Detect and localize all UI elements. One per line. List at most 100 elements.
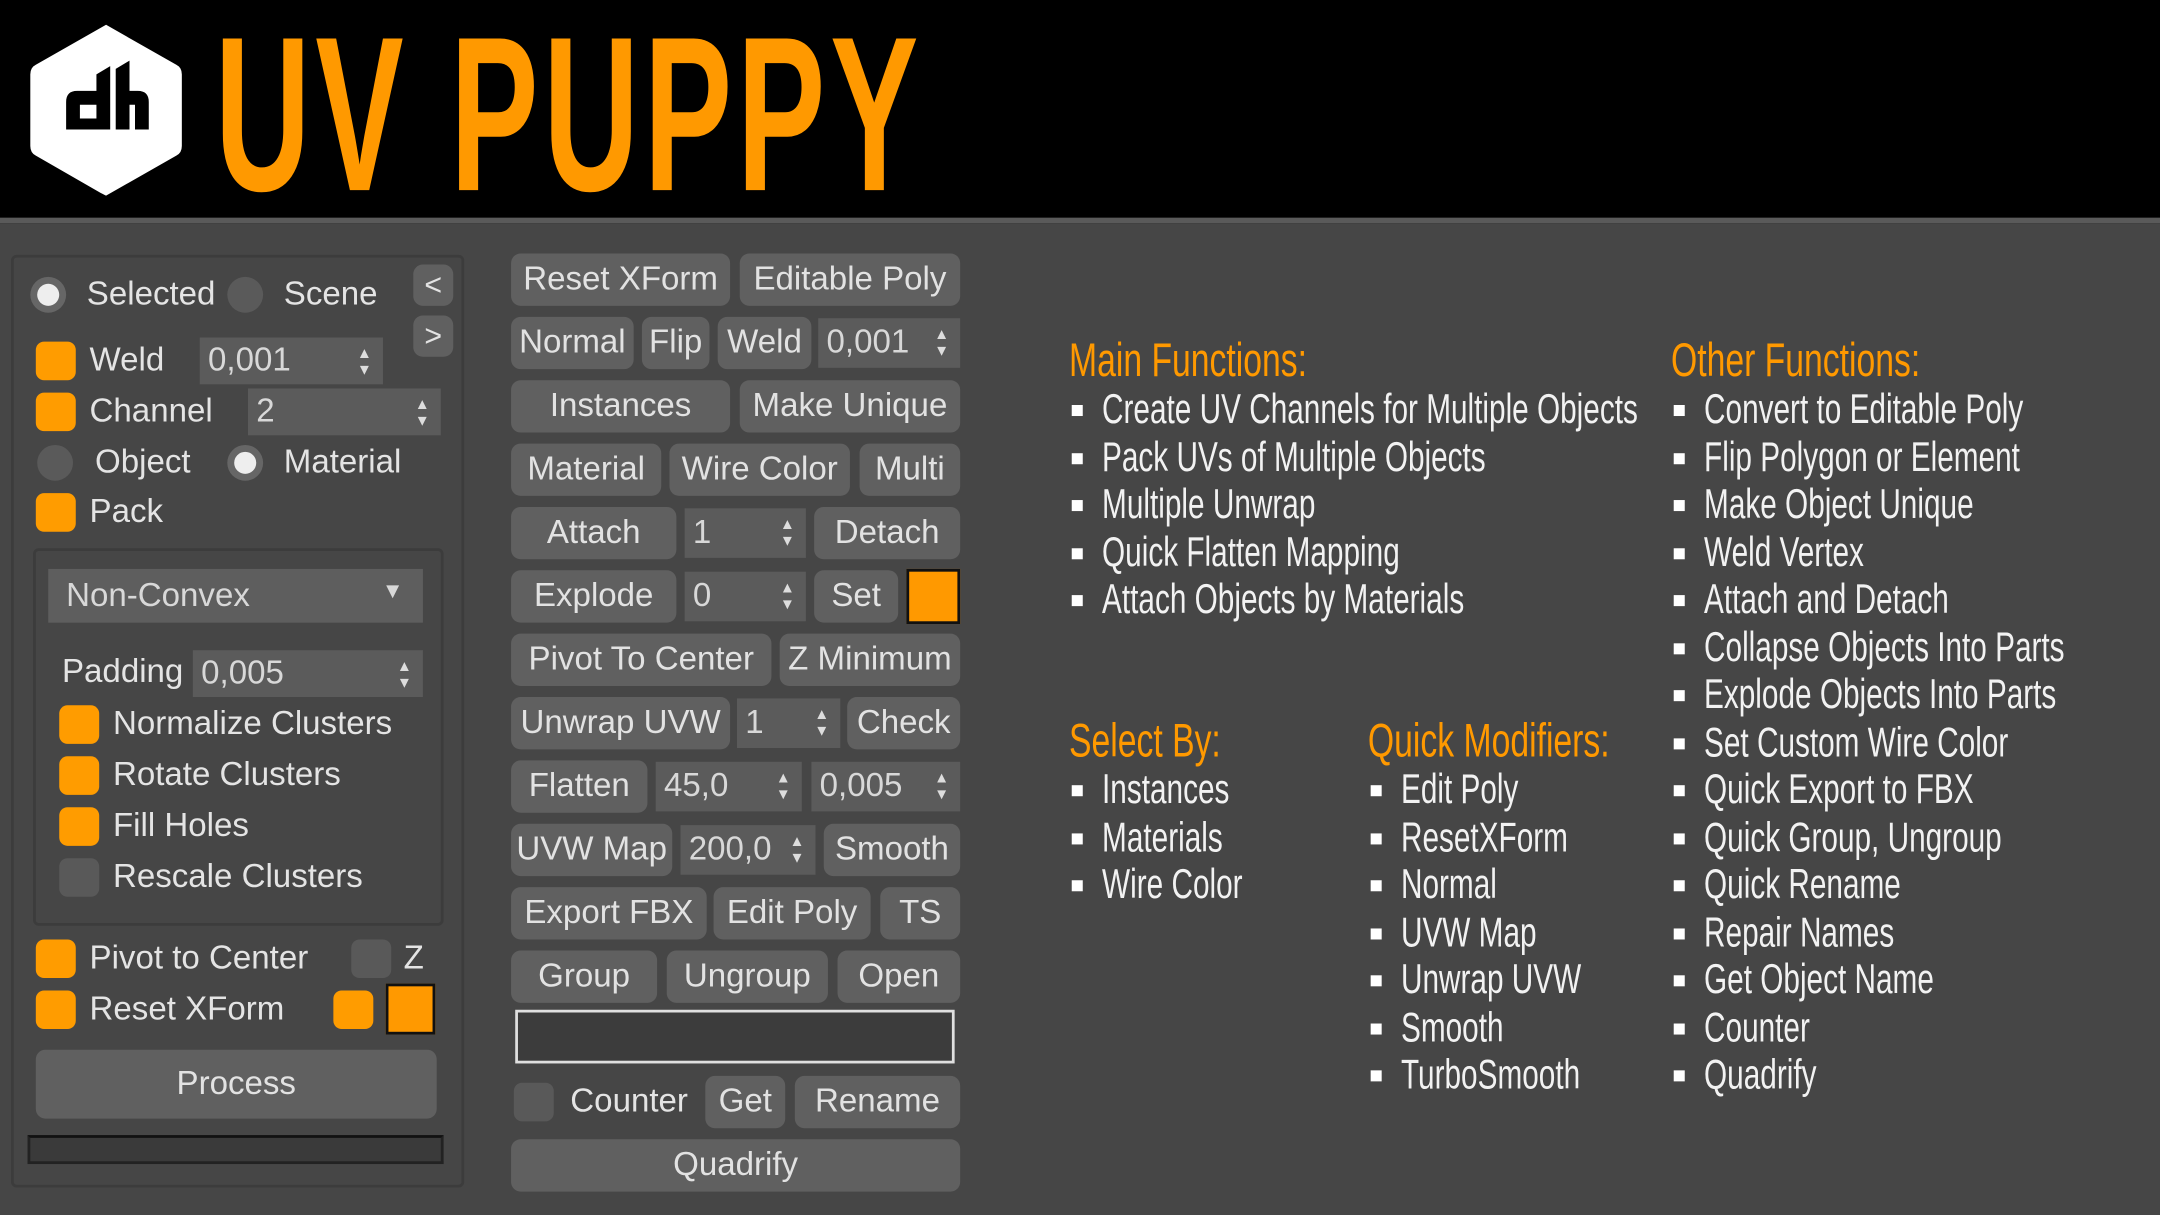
quick-modifiers-list: Edit Poly ResetXForm Normal UVW Map Unwrap U… — [1370, 767, 1652, 1100]
smooth-button[interactable]: Smooth — [823, 823, 961, 877]
list-item-text: Collapse Objects Into Parts — [1704, 625, 2065, 671]
next-button[interactable]: > — [413, 315, 454, 357]
detach-button[interactable]: Detach — [814, 506, 961, 560]
spinner-arrows-icon[interactable]: ▲ ▼ — [415, 397, 430, 430]
select-material-button[interactable]: Material — [511, 443, 662, 496]
pivot-center-checkbox[interactable] — [35, 939, 76, 979]
list-item-text: Pack UVs of Multiple Objects — [1102, 434, 1486, 481]
spinner-arrows-icon[interactable]: ▲ ▼ — [780, 517, 795, 550]
attach-button[interactable]: Attach — [511, 506, 677, 560]
bullet-icon — [1673, 642, 1685, 654]
padding-spinner[interactable]: 0,005 ▲ ▼ — [192, 650, 423, 698]
weld-spinner[interactable]: 0,001 ▲ ▼ — [199, 337, 383, 385]
color-swatch[interactable] — [385, 983, 436, 1035]
ungroup-button[interactable]: Ungroup — [666, 950, 828, 1003]
z-checkbox[interactable] — [351, 939, 392, 979]
weld-threshold-spinner[interactable]: 0,001 ▲ ▼ — [818, 318, 961, 368]
radio-selected[interactable] — [30, 276, 67, 313]
flatten-spacing-value: 0,005 — [819, 767, 903, 805]
bullet-icon — [1071, 547, 1083, 559]
radio-object[interactable] — [37, 444, 74, 481]
unwrap-channel-spinner[interactable]: 1 ▲ ▼ — [736, 698, 841, 749]
rescale-checkbox[interactable] — [59, 858, 100, 897]
editable-poly-button[interactable]: Editable Poly — [739, 253, 961, 306]
spinner-arrows-icon[interactable]: ▲ ▼ — [934, 326, 949, 359]
radio-scene[interactable] — [227, 276, 264, 313]
spinner-arrows-icon[interactable]: ▲ ▼ — [934, 770, 949, 803]
counter-checkbox[interactable] — [513, 1082, 554, 1122]
normalize-checkbox[interactable] — [59, 705, 100, 744]
reset-xform-label: Reset XForm — [89, 990, 285, 1028]
bullet-icon — [1673, 928, 1685, 940]
bullet-icon — [1370, 833, 1382, 845]
prev-button[interactable]: < — [413, 264, 454, 306]
unwrap-uvw-button[interactable]: Unwrap UVW — [511, 697, 731, 750]
edit-poly-button[interactable]: Edit Poly — [713, 887, 871, 940]
flatten-button[interactable]: Flatten — [511, 760, 648, 813]
spinner-arrows-icon[interactable]: ▲ ▼ — [780, 580, 795, 613]
rotate-checkbox[interactable] — [59, 756, 100, 795]
reset-xform-button[interactable]: Reset XForm — [511, 253, 731, 306]
explode-button[interactable]: Explode — [511, 570, 677, 623]
weld-value: 0,001 — [208, 341, 291, 379]
pack-mode-dropdown[interactable]: Non-Convex ▼ — [48, 568, 423, 623]
normal-button[interactable]: Normal — [511, 316, 634, 370]
bullet-icon — [1673, 452, 1685, 464]
reset-xform-option-checkbox[interactable] — [333, 990, 374, 1030]
multi-button[interactable]: Multi — [859, 443, 961, 496]
list-item: Wire Color — [1071, 862, 1297, 910]
spinner-arrows-icon[interactable]: ▲ ▼ — [814, 707, 829, 740]
spinner-arrows-icon[interactable]: ▲ ▼ — [776, 770, 791, 803]
list-item: Attach and Detach — [1673, 577, 2160, 625]
weld-label: Weld — [89, 341, 165, 379]
list-item-text: Instances — [1102, 767, 1230, 814]
make-unique-button[interactable]: Make Unique — [739, 380, 961, 433]
spinner-arrows-icon[interactable]: ▲ ▼ — [789, 833, 804, 866]
padding-value: 0,005 — [201, 654, 284, 692]
uvw-map-button[interactable]: UVW Map — [511, 823, 673, 877]
radio-material[interactable] — [227, 444, 264, 481]
turbosmooth-button[interactable]: TS — [880, 887, 961, 940]
instances-button[interactable]: Instances — [511, 380, 731, 433]
spinner-arrows-icon[interactable]: ▲ ▼ — [397, 658, 412, 691]
fill-holes-checkbox[interactable] — [59, 807, 100, 846]
bullet-icon — [1071, 785, 1083, 797]
list-item-text: Counter — [1704, 1005, 1810, 1051]
flatten-angle-spinner[interactable]: 45,0 ▲ ▼ — [655, 761, 802, 812]
list-item: Instances — [1071, 767, 1297, 815]
list-item-text: Set Custom Wire Color — [1704, 720, 2009, 766]
bullet-icon — [1673, 975, 1685, 987]
channel-spinner[interactable]: 2 ▲ ▼ — [247, 388, 441, 436]
rename-button[interactable]: Rename — [794, 1075, 961, 1129]
weld-button[interactable]: Weld — [717, 316, 812, 370]
channel-checkbox[interactable] — [35, 392, 76, 432]
wire-color-button[interactable]: Wire Color — [669, 443, 850, 496]
get-name-button[interactable]: Get — [705, 1075, 786, 1129]
list-item: Get Object Name — [1673, 957, 2160, 1005]
pack-mode-value: Non-Convex — [66, 576, 250, 614]
list-item-text: Make Object Unique — [1704, 482, 1974, 528]
rename-input[interactable] — [515, 1009, 955, 1064]
group-button[interactable]: Group — [511, 950, 658, 1003]
z-minimum-button[interactable]: Z Minimum — [779, 633, 961, 687]
wire-color-swatch[interactable] — [906, 568, 961, 625]
list-item-text: Get Object Name — [1704, 957, 1934, 1004]
spinner-arrows-icon[interactable]: ▲ ▼ — [357, 346, 372, 379]
check-button[interactable]: Check — [847, 697, 961, 750]
reset-xform-checkbox[interactable] — [35, 990, 76, 1030]
pivot-to-center-button[interactable]: Pivot To Center — [511, 633, 772, 687]
bullet-icon — [1673, 1070, 1685, 1082]
export-fbx-button[interactable]: Export FBX — [511, 887, 707, 940]
pack-checkbox[interactable] — [35, 493, 76, 532]
weld-checkbox[interactable] — [35, 341, 76, 381]
process-button[interactable]: Process — [35, 1049, 437, 1119]
explode-spinner[interactable]: 0 ▲ ▼ — [684, 571, 806, 622]
flatten-spacing-spinner[interactable]: 0,005 ▲ ▼ — [811, 761, 961, 812]
selected-label: Selected — [86, 275, 216, 313]
attach-spinner[interactable]: 1 ▲ ▼ — [684, 508, 806, 558]
open-group-button[interactable]: Open — [837, 950, 961, 1003]
quadrify-button[interactable]: Quadrify — [511, 1139, 961, 1192]
set-wire-color-button[interactable]: Set — [814, 570, 899, 623]
flip-button[interactable]: Flip — [641, 316, 710, 370]
uvw-map-size-spinner[interactable]: 200,0 ▲ ▼ — [680, 825, 816, 875]
